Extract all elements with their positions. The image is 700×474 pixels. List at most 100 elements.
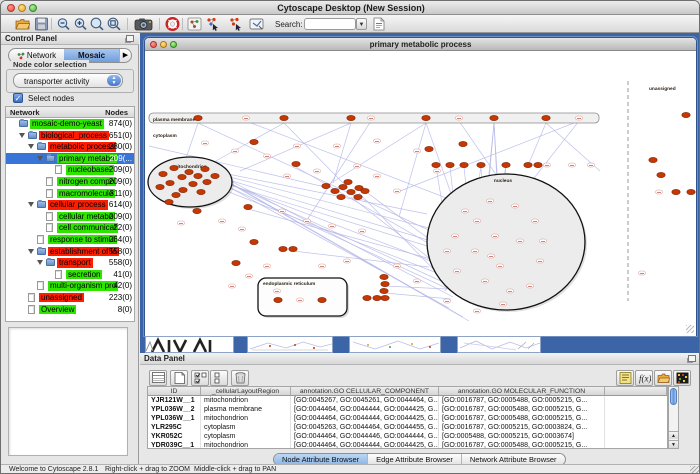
background-window[interactable] <box>349 336 441 353</box>
network-node[interactable] <box>339 184 347 189</box>
tree-row[interactable]: cell communicat22(0) <box>6 222 134 234</box>
tree-row[interactable]: cellular process614(0) <box>6 199 134 211</box>
table-cell[interactable]: [GO:0045267, GO:0045261, GO:0044464, G..… <box>291 396 439 405</box>
network-node[interactable] <box>178 174 186 179</box>
background-window[interactable] <box>457 336 541 353</box>
network-node[interactable] <box>649 157 657 162</box>
disclosure-triangle-icon[interactable] <box>28 144 34 149</box>
network-node[interactable] <box>194 115 202 120</box>
layout-icon-2[interactable] <box>228 17 243 31</box>
table-cell[interactable]: [GO:0016787, GO:0005488, GO:0005215, G..… <box>439 396 605 405</box>
network-node[interactable] <box>280 115 288 120</box>
tree-row[interactable]: biological_process651(0) <box>6 130 134 142</box>
network-node[interactable] <box>477 162 485 167</box>
table-column-header[interactable] <box>605 387 667 396</box>
network-node[interactable] <box>274 297 282 302</box>
network-node[interactable] <box>185 169 193 174</box>
network-node[interactable] <box>542 115 550 120</box>
table-cell[interactable]: [GO:0016787, GO:0005488, GO:0005215, G..… <box>439 441 605 449</box>
network-node[interactable] <box>502 162 510 167</box>
snapshot-icon[interactable] <box>134 17 154 31</box>
table-cell[interactable]: [GO:0045263, GO:0044464, GO:0044455, G..… <box>291 423 439 432</box>
tree-row[interactable]: secretion41(0) <box>6 269 134 281</box>
network-node[interactable] <box>172 192 180 197</box>
network-node[interactable] <box>682 112 690 117</box>
table-cell[interactable]: cytoplasm <box>201 423 291 432</box>
search-field-wrap[interactable] <box>304 18 356 30</box>
network-node[interactable] <box>337 194 345 199</box>
table-cell[interactable]: cytoplasm <box>201 432 291 441</box>
network-node[interactable] <box>381 281 389 286</box>
network-node[interactable] <box>165 199 173 204</box>
open-file-icon[interactable] <box>15 17 30 31</box>
network-node[interactable] <box>179 187 187 192</box>
tree-row[interactable]: cellular metabo209(0) <box>6 211 134 223</box>
float-panel-icon[interactable] <box>688 355 696 362</box>
attribute-table[interactable]: ID_cellularLayoutRegionannotation.GO CEL… <box>147 386 668 449</box>
float-panel-icon[interactable] <box>126 35 134 42</box>
window-titlebar[interactable]: Cytoscape Desktop (New Session) <box>1 1 700 15</box>
network-node[interactable] <box>203 179 211 184</box>
zoom-in-icon[interactable] <box>73 17 88 31</box>
select-nodes-checkbox[interactable]: ✓ <box>13 93 23 103</box>
network-node[interactable] <box>672 189 680 194</box>
table-cell[interactable]: [GO:0044464, GO:0044444, GO:0044425, G..… <box>291 441 439 449</box>
network-node[interactable] <box>331 188 339 193</box>
table-cell[interactable]: mitochondrion <box>201 441 291 449</box>
function-builder-icon[interactable]: f(x) <box>635 370 653 386</box>
network-node[interactable] <box>380 288 388 293</box>
zoom-selected-icon[interactable] <box>89 17 104 31</box>
layout-icon-1[interactable] <box>205 17 220 31</box>
network-node[interactable] <box>344 179 352 184</box>
background-window[interactable] <box>247 336 333 353</box>
network-node[interactable] <box>687 189 695 194</box>
scrollbar-thumb[interactable] <box>670 388 677 405</box>
birds-eye-view[interactable] <box>8 327 128 456</box>
tree-row[interactable]: macromolecule311(0) <box>6 188 134 200</box>
network-node[interactable] <box>490 115 498 120</box>
tree-row[interactable]: establishment of lo558(0) <box>6 246 134 258</box>
table-column-header[interactable]: ID <box>148 387 201 396</box>
zoom-out-icon[interactable] <box>56 17 71 31</box>
table-cell[interactable]: [GO:0016787, GO:0005488, GO:0005215, G..… <box>439 414 605 423</box>
network-node[interactable] <box>380 274 388 279</box>
network-node[interactable] <box>381 295 389 300</box>
table-cell[interactable]: mitochondrion <box>201 414 291 423</box>
network-node[interactable] <box>170 165 178 170</box>
attribute-matrix-icon[interactable] <box>673 370 691 386</box>
tree-row[interactable]: transport558(0) <box>6 257 134 269</box>
network-node[interactable] <box>250 139 258 144</box>
network-node[interactable] <box>446 162 454 167</box>
table-cell[interactable]: mitochondrion <box>201 396 291 405</box>
network-overview-icon[interactable] <box>187 17 202 31</box>
network-node[interactable] <box>194 173 202 178</box>
new-attribute-icon[interactable] <box>170 370 188 386</box>
network-node[interactable] <box>460 162 468 167</box>
network-node[interactable] <box>373 295 381 300</box>
network-node[interactable] <box>347 189 355 194</box>
network-node[interactable] <box>279 246 287 251</box>
table-cell[interactable]: YPL036W__1 <box>148 414 201 423</box>
save-icon[interactable] <box>34 17 49 31</box>
table-column-header[interactable]: annotation.GO MOLECULAR_FUNCTION <box>439 387 605 396</box>
search-dropdown-arrow-icon[interactable]: ▼ <box>356 18 367 30</box>
table-cell[interactable]: [GO:0044464, GO:0044444, GO:0044425, G..… <box>291 414 439 423</box>
table-cell[interactable]: [GO:0016787, GO:0005488, GO:0005215, G..… <box>439 405 605 414</box>
table-cell[interactable]: YJR121W__1 <box>148 396 201 405</box>
table-cell[interactable]: [GO:0044464, GO:0044446, GO:0044444, G..… <box>291 432 439 441</box>
unselect-attributes-icon[interactable] <box>210 370 228 386</box>
attribute-table-icon[interactable] <box>149 370 167 386</box>
help-icon[interactable] <box>165 17 180 31</box>
network-node[interactable] <box>524 162 532 167</box>
network-node[interactable] <box>159 171 167 176</box>
tree-row[interactable]: Overview8(0) <box>6 304 134 316</box>
tree-row[interactable]: unassigned223(0) <box>6 292 134 304</box>
network-node[interactable] <box>156 184 164 189</box>
table-cell[interactable]: YPL036W__2 <box>148 405 201 414</box>
network-node[interactable] <box>657 172 665 177</box>
node-color-dropdown[interactable]: transporter activity ▲▼ <box>13 73 123 88</box>
frame-resize-grip[interactable] <box>686 325 694 333</box>
tree-row[interactable]: primary metabo209(... <box>6 153 134 165</box>
scroll-down-icon[interactable]: ▼ <box>669 440 678 448</box>
search-index-icon[interactable] <box>371 17 386 31</box>
